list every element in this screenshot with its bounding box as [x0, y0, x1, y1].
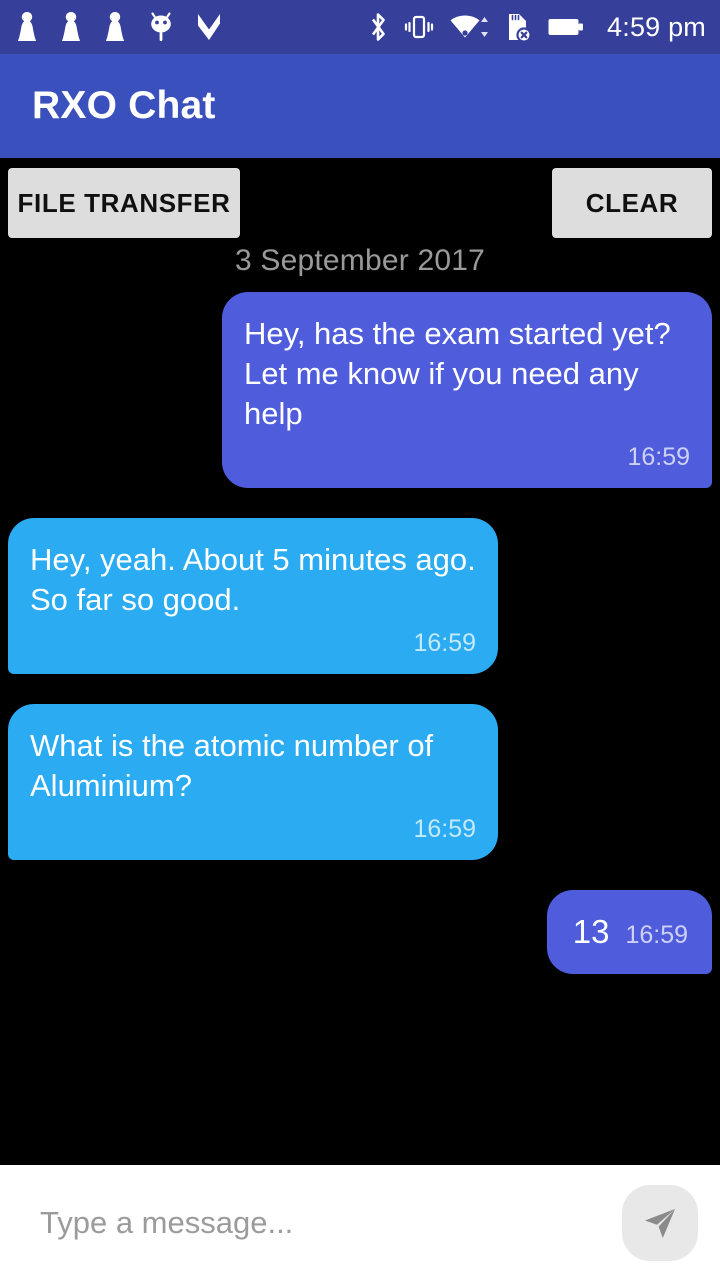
message-timestamp: 16:59 — [413, 815, 476, 843]
send-paper-plane-icon — [645, 1208, 675, 1238]
action-button-row: FILE TRANSFER CLEAR — [0, 158, 720, 238]
battery-icon — [548, 19, 584, 35]
outgoing-message-bubble[interactable]: 13 16:59 — [546, 890, 712, 974]
message-row: What is the atomic number of Aluminium? 1… — [8, 704, 712, 860]
message-bubbles-container: Hey, has the exam started yet? Let me kn… — [8, 292, 712, 1004]
app-bar: RXO Chat — [0, 54, 720, 158]
message-text: 13 — [572, 913, 610, 950]
notification-chess-pawn-icon-3 — [106, 12, 124, 41]
file-transfer-button[interactable]: FILE TRANSFER — [8, 168, 240, 238]
send-button[interactable] — [622, 1184, 698, 1261]
message-text: Hey, yeah. About 5 minutes ago. So far s… — [30, 542, 485, 617]
status-bar-notifications — [16, 11, 222, 43]
message-text: What is the atomic number of Aluminium? — [30, 728, 441, 803]
clear-button[interactable]: CLEAR — [552, 168, 712, 238]
message-list[interactable]: 3 September 2017 Hey, has the exam start… — [0, 238, 720, 1165]
sd-card-removed-icon — [509, 14, 532, 43]
incoming-message-bubble[interactable]: Hey, yeah. About 5 minutes ago. So far s… — [8, 518, 498, 674]
message-row: 13 16:59 — [8, 890, 712, 974]
message-row: Hey, has the exam started yet? Let me kn… — [8, 292, 712, 488]
status-bar-system-icons: 4:59 pm — [367, 10, 706, 44]
message-timestamp: 16:59 — [625, 921, 688, 949]
bluetooth-icon — [371, 13, 385, 41]
message-text: Hey, has the exam started yet? Let me kn… — [244, 316, 680, 431]
message-input[interactable] — [40, 1204, 612, 1241]
message-input-bar — [0, 1165, 720, 1280]
android-robot-icon — [151, 12, 171, 41]
incoming-message-bubble[interactable]: What is the atomic number of Aluminium? 1… — [8, 704, 498, 860]
message-row: Hey, yeah. About 5 minutes ago. So far s… — [8, 518, 712, 674]
message-timestamp: 16:59 — [413, 629, 476, 657]
wifi-icon — [450, 15, 489, 38]
outgoing-message-bubble[interactable]: Hey, has the exam started yet? Let me kn… — [222, 292, 712, 488]
message-timestamp: 16:59 — [627, 443, 690, 471]
check-flag-icon — [198, 14, 220, 40]
status-bar-clock: 4:59 pm — [607, 11, 706, 42]
notification-chess-pawn-icon-1 — [18, 12, 36, 41]
date-divider: 3 September 2017 — [234, 244, 486, 277]
vibrate-icon — [404, 15, 434, 39]
page-title: RXO Chat — [32, 84, 216, 127]
notification-chess-pawn-icon-2 — [62, 12, 80, 41]
chat-screen: 4:59 pm RXO Chat FILE TRANSFER CLEAR 3 S… — [0, 0, 720, 1280]
status-bar: 4:59 pm — [0, 0, 720, 54]
